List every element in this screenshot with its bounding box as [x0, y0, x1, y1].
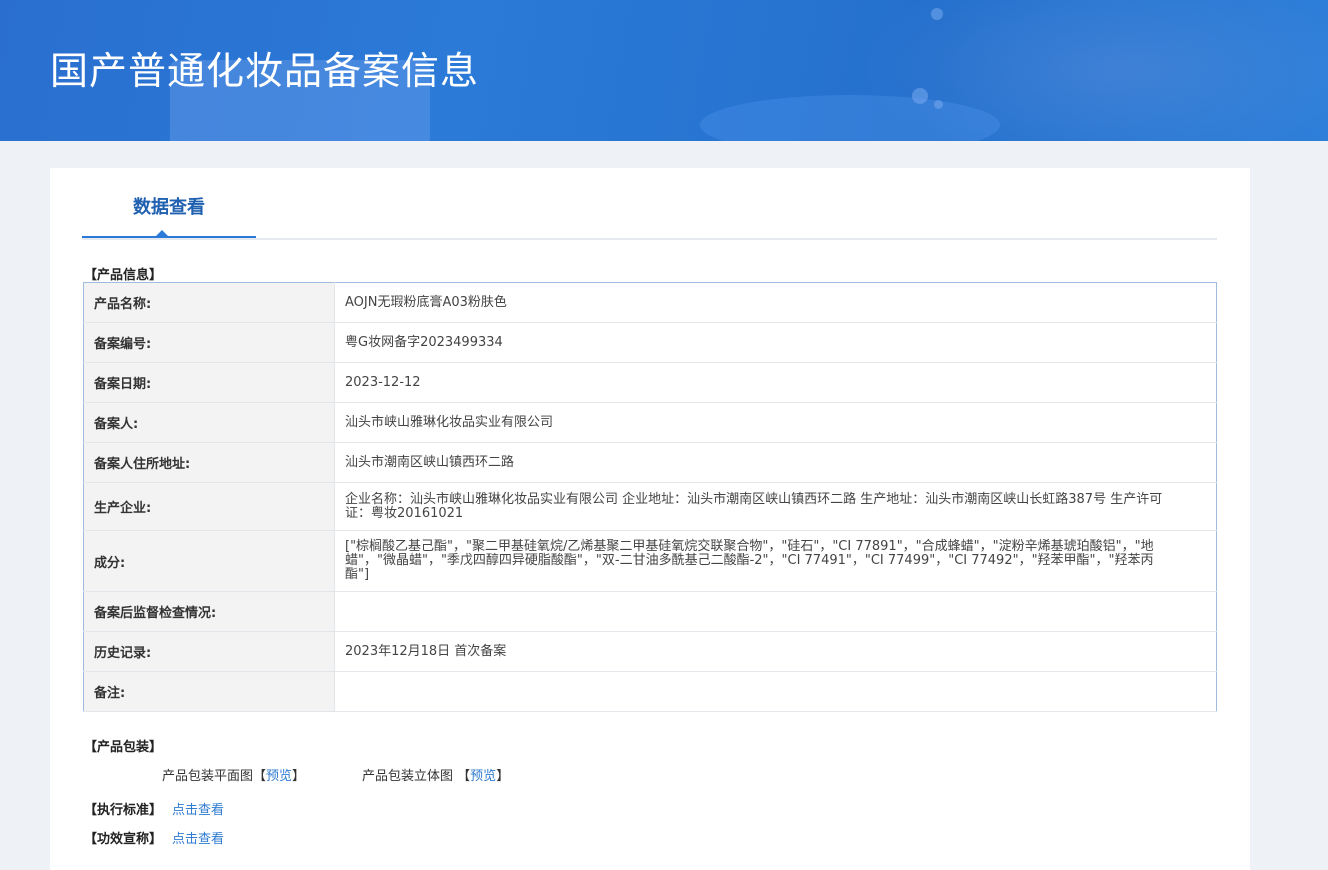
- table-row: 历史记录: 2023年12月18日 首次备案: [83, 631, 1217, 672]
- preview-stereo-link[interactable]: 预览: [470, 769, 496, 784]
- table-row: 备案人住所地址: 汕头市潮南区峡山镇西环二路: [83, 442, 1217, 483]
- standard-label: 【执行标准】: [84, 803, 163, 818]
- packaging-stereo: 产品包装立体图 【预览】: [362, 765, 509, 784]
- efficacy-link[interactable]: 点击查看: [172, 832, 224, 847]
- table-row: 产品名称: AOJN无瑕粉底膏A03粉肤色: [83, 282, 1217, 323]
- product-info-title: 【产品信息】: [84, 268, 163, 283]
- row-label: 备案日期:: [83, 362, 335, 403]
- table-row: 备案日期: 2023-12-12: [83, 362, 1217, 403]
- packaging-flat-label: 产品包装平面图: [162, 769, 254, 784]
- row-label: 备案人住所地址:: [83, 442, 335, 483]
- header-banner: 国产普通化妆品备案信息: [0, 0, 1328, 141]
- product-info-table: 产品名称: AOJN无瑕粉底膏A03粉肤色 备案编号: 粤G妆网备字202349…: [83, 282, 1217, 712]
- page-title: 国产普通化妆品备案信息: [50, 49, 480, 93]
- tab-bar: 数据查看: [82, 168, 1217, 240]
- row-value: 企业名称：汕头市峡山雅琳化妆品实业有限公司 企业地址：汕头市潮南区峡山镇西环二路…: [345, 491, 1163, 521]
- row-value: 2023年12月18日 首次备案: [345, 643, 507, 659]
- banner-decoration: [931, 8, 943, 20]
- table-row: 备案后监督检查情况:: [83, 591, 1217, 632]
- banner-decoration: [934, 100, 943, 109]
- bracket-close: 】: [496, 769, 510, 784]
- efficacy-label: 【功效宣称】: [84, 832, 163, 847]
- row-label: 备案编号:: [83, 322, 335, 363]
- tab-data-view[interactable]: 数据查看: [82, 168, 256, 238]
- standard-link[interactable]: 点击查看: [172, 803, 224, 818]
- row-value: 汕头市峡山雅琳化妆品实业有限公司: [345, 414, 554, 430]
- caret-up-icon: [156, 230, 168, 236]
- standard-row: 【执行标准】 点击查看: [84, 799, 224, 818]
- table-row: 备案编号: 粤G妆网备字2023499334: [83, 322, 1217, 363]
- table-row: 成分: ["棕榈酸乙基己酯"，"聚二甲基硅氧烷/乙烯基聚二甲基硅氧烷交联聚合物"…: [83, 530, 1217, 592]
- tab-label: 数据查看: [133, 197, 205, 218]
- row-label: 生产企业:: [83, 482, 335, 531]
- packaging-flat: 产品包装平面图【预览】: [162, 765, 305, 784]
- row-value: 粤G妆网备字2023499334: [345, 334, 503, 350]
- efficacy-row: 【功效宣称】 点击查看: [84, 828, 224, 847]
- bracket-open: 【: [253, 769, 267, 784]
- row-value: 2023-12-12: [345, 374, 421, 390]
- packaging-title: 【产品包装】: [84, 740, 163, 755]
- row-label: 备注:: [83, 671, 335, 712]
- banner-decoration: [912, 88, 928, 104]
- preview-flat-link[interactable]: 预览: [266, 769, 292, 784]
- row-label: 成分:: [83, 530, 335, 592]
- packaging-stereo-label: 产品包装立体图: [362, 769, 454, 784]
- content-card: 数据查看 【产品信息】 产品名称: AOJN无瑕粉底膏A03粉肤色 备案编号: …: [50, 168, 1250, 870]
- row-label: 历史记录:: [83, 631, 335, 672]
- row-value: ["棕榈酸乙基己酯"，"聚二甲基硅氧烷/乙烯基聚二甲基硅氧烷交联聚合物"，"硅石…: [345, 539, 1154, 582]
- row-value: AOJN无瑕粉底膏A03粉肤色: [345, 294, 507, 310]
- table-row: 备注:: [83, 671, 1217, 712]
- row-label: 产品名称:: [83, 282, 335, 323]
- row-label: 备案后监督检查情况:: [83, 591, 335, 632]
- bracket-close: 】: [292, 769, 306, 784]
- table-row: 生产企业: 企业名称：汕头市峡山雅琳化妆品实业有限公司 企业地址：汕头市潮南区峡…: [83, 482, 1217, 531]
- row-label: 备案人:: [83, 402, 335, 443]
- row-value: 汕头市潮南区峡山镇西环二路: [345, 454, 515, 470]
- bracket-open: 【: [457, 769, 471, 784]
- table-row: 备案人: 汕头市峡山雅琳化妆品实业有限公司: [83, 402, 1217, 443]
